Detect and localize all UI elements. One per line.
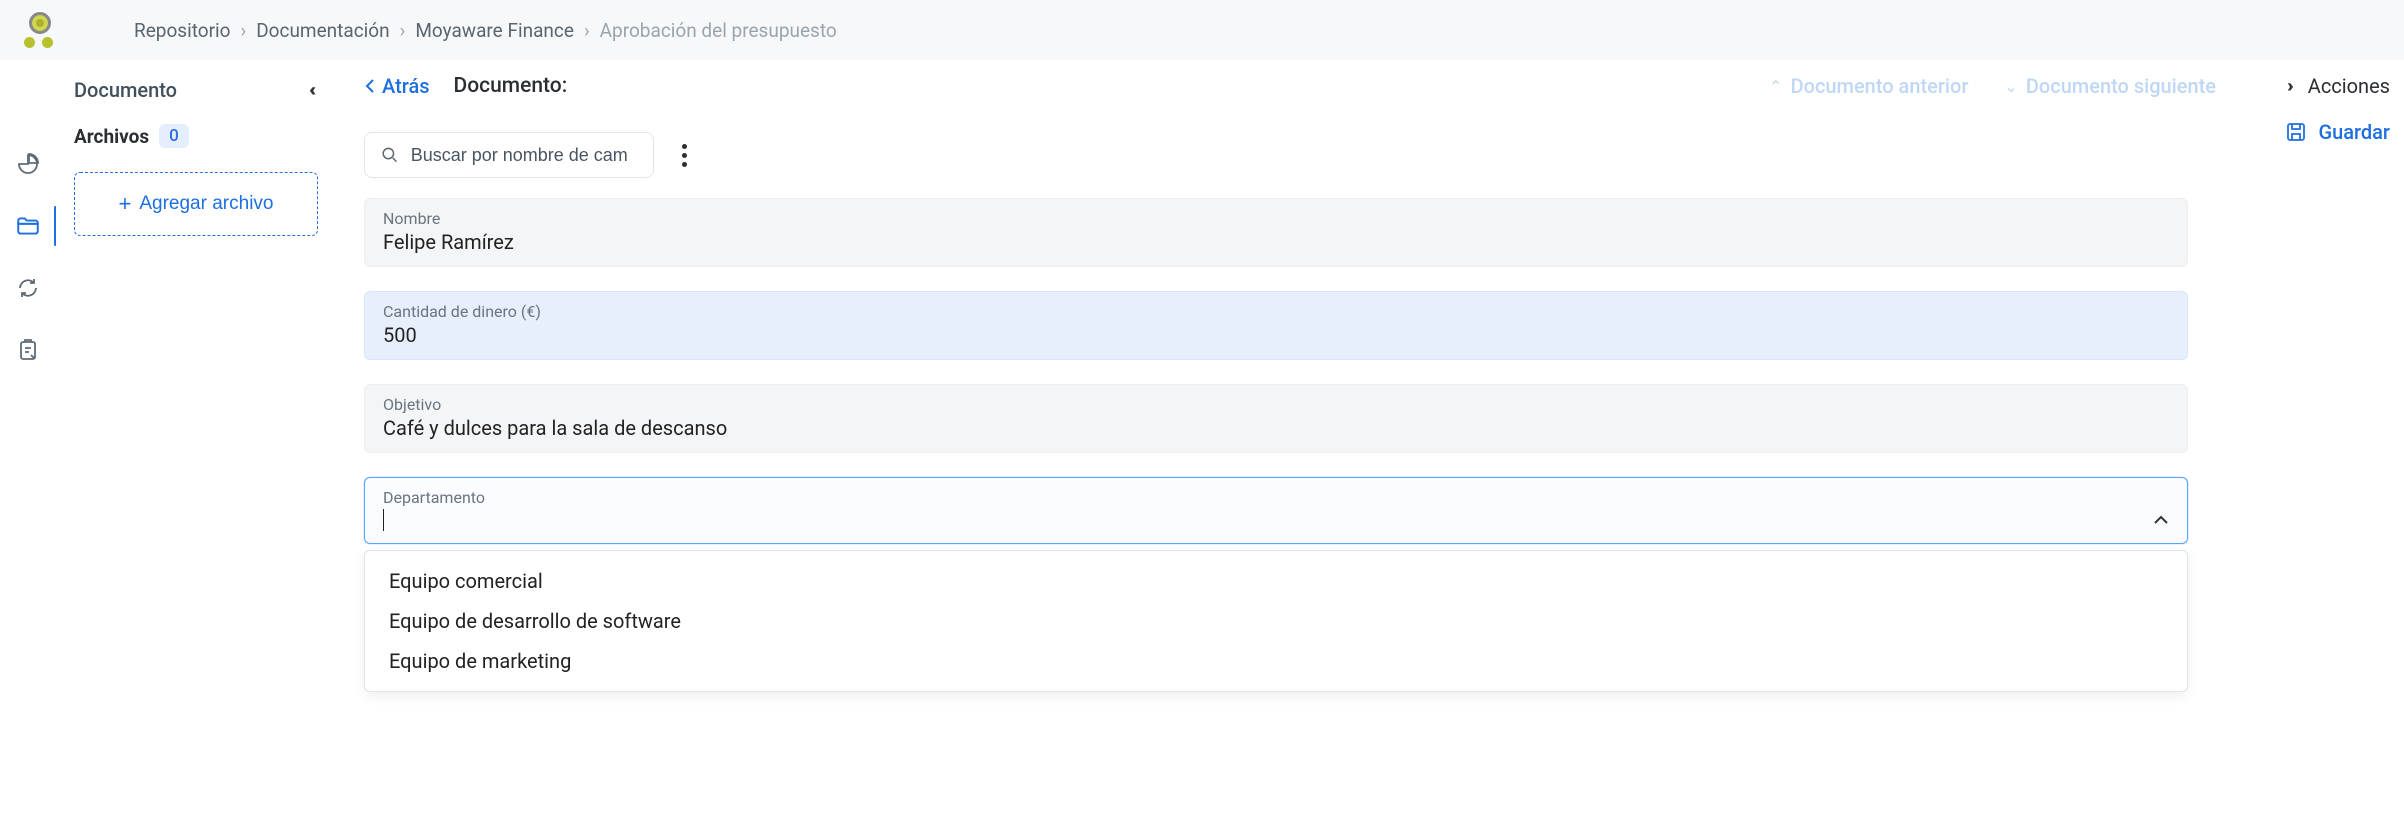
rail-form-icon[interactable] [14,336,42,364]
field-value: Café y dulces para la sala de descanso [383,416,2169,440]
add-file-label: Agregar archivo [139,193,273,215]
add-file-button[interactable]: + Agregar archivo [74,172,318,236]
field-name[interactable]: Nombre Felipe Ramírez [364,198,2188,267]
main-content: Atrás Documento: ⌃ Documento anterior ⌄ … [336,60,2244,834]
next-document-button[interactable]: ⌄ Documento siguiente [2004,74,2216,98]
field-value: Felipe Ramírez [383,230,2169,254]
back-label: Atrás [382,74,430,98]
expand-icon: ›› [2287,76,2290,97]
actions-label: Acciones [2308,74,2390,98]
rail-folder-icon[interactable] [14,212,42,240]
chevron-up-icon[interactable] [2153,514,2169,526]
field-department[interactable]: Departamento [364,477,2188,544]
chevron-down-icon: ⌄ [2004,77,2017,96]
document-nav: ⌃ Documento anterior ⌄ Documento siguien… [1769,74,2216,98]
prev-document-button[interactable]: ⌃ Documento anterior [1769,74,1968,98]
files-section-label: Archivos [74,125,149,148]
chevron-right-icon: › [240,19,246,42]
field-goal[interactable]: Objetivo Café y dulces para la sala de d… [364,384,2188,453]
breadcrumb-item[interactable]: Repositorio [134,19,230,42]
search-field[interactable] [364,132,654,178]
chevron-up-icon: ⌃ [1769,77,1782,96]
document-title: Documento: [454,74,568,98]
rail-sync-icon[interactable] [14,274,42,302]
prev-document-label: Documento anterior [1791,74,1969,98]
chevron-right-icon: › [584,19,590,42]
files-count-badge: 0 [159,124,189,148]
side-panel: Documento ‹‹ Archivos 0 + Agregar archiv… [56,60,336,834]
dropdown-option[interactable]: Equipo comercial [365,561,2187,601]
save-label: Guardar [2318,120,2390,144]
field-label: Cantidad de dinero (€) [383,302,2169,321]
field-label: Nombre [383,209,2169,228]
field-value: 500 [383,323,2169,347]
field-label: Departamento [383,488,2169,507]
breadcrumb: Repositorio › Documentación › Moyaware F… [134,19,837,42]
field-amount[interactable]: Cantidad de dinero (€) 500 [364,291,2188,360]
save-icon [2284,120,2308,144]
search-icon [381,145,399,165]
rail-dashboard-icon[interactable] [14,150,42,178]
collapse-panel-icon[interactable]: ‹‹ [309,80,312,101]
side-panel-title: Documento [74,78,177,102]
left-rail [0,60,56,834]
search-input[interactable] [411,145,637,166]
actions-button[interactable]: ›› Acciones [2287,74,2390,98]
department-dropdown: Equipo comercial Equipo de desarrollo de… [364,550,2188,692]
app-logo [20,10,60,50]
save-button[interactable]: Guardar [2284,120,2390,144]
back-button[interactable]: Atrás [364,74,430,98]
field-label: Objetivo [383,395,2169,414]
top-bar: Repositorio › Documentación › Moyaware F… [0,0,2404,60]
breadcrumb-item-current: Aprobación del presupuesto [600,19,837,42]
dropdown-option[interactable]: Equipo de desarrollo de software [365,601,2187,641]
breadcrumb-item[interactable]: Documentación [256,19,389,42]
more-options-button[interactable] [676,138,693,173]
next-document-label: Documento siguiente [2026,74,2216,98]
text-cursor [383,509,384,531]
dropdown-option[interactable]: Equipo de marketing [365,641,2187,681]
chevron-right-icon: › [400,19,406,42]
breadcrumb-item[interactable]: Moyaware Finance [415,19,574,42]
right-actions-panel: ›› Acciones Guardar [2244,60,2404,834]
